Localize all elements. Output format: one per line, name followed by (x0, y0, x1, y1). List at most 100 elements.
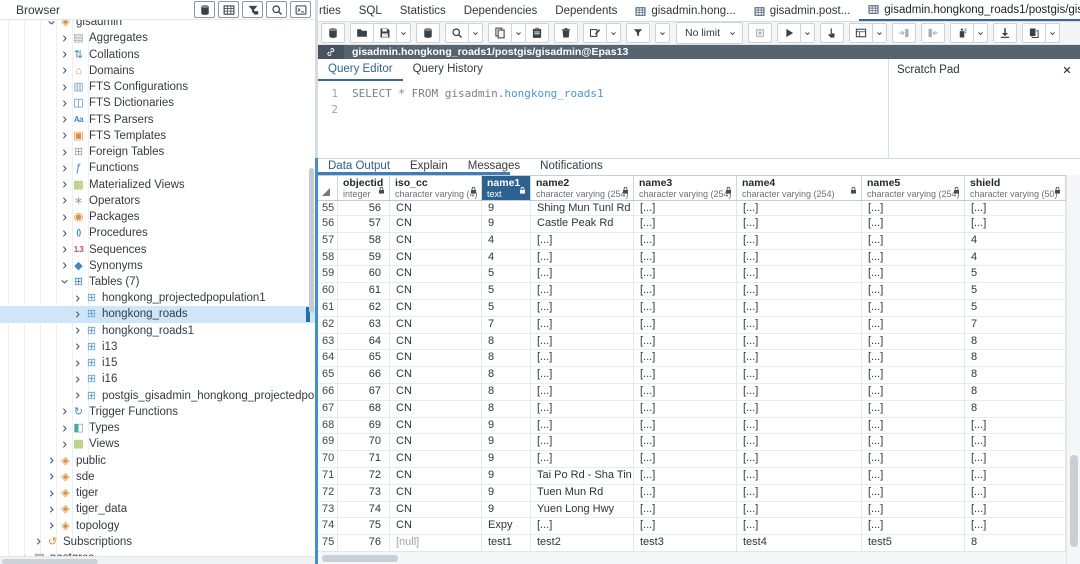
cell[interactable]: 8 (965, 401, 1066, 418)
cell[interactable]: [...] (965, 451, 1066, 468)
tree-item-hongkong-projectedpopulation1[interactable]: ⊞hongkong_projectedpopulation1 (0, 290, 315, 306)
cell[interactable]: CN (390, 367, 482, 384)
edit-options-button[interactable] (606, 23, 621, 43)
cell[interactable]: 4 (482, 233, 531, 250)
cell[interactable]: CN (390, 401, 482, 418)
cell[interactable]: 68 (338, 401, 390, 418)
cell[interactable]: [...] (737, 266, 862, 283)
cell[interactable]: 9 (482, 502, 531, 519)
cell[interactable]: [...] (862, 201, 965, 216)
cell[interactable]: [...] (862, 266, 965, 283)
find-options-button[interactable] (468, 23, 483, 43)
tab-sql[interactable]: SQL (350, 0, 391, 22)
cell[interactable]: [...] (862, 216, 965, 233)
tree-item-topology[interactable]: ◈topology (0, 517, 315, 533)
cell[interactable]: CN (390, 350, 482, 367)
search-objects-button[interactable] (266, 1, 287, 18)
row-number[interactable]: 58 (318, 250, 338, 267)
cell[interactable]: [...] (737, 502, 862, 519)
macro-button[interactable] (1022, 23, 1046, 43)
cell[interactable]: [...] (634, 216, 737, 233)
row-number[interactable]: 62 (318, 317, 338, 334)
query-editor[interactable]: 12 SELECT * FROM gisadmin.hongkong_roads… (318, 81, 888, 158)
cell[interactable]: [...] (737, 317, 862, 334)
chevron-right-icon[interactable] (60, 260, 71, 271)
macro-options-button[interactable] (1045, 23, 1060, 43)
tree-item-trigger-functions[interactable]: ↻Trigger Functions (0, 404, 315, 420)
cell[interactable]: 70 (338, 434, 390, 451)
tree-item-fts-templates[interactable]: ▣FTS Templates (0, 128, 315, 144)
chevron-right-icon[interactable] (60, 244, 71, 255)
copy-options-button[interactable] (511, 23, 526, 43)
filter-browser-button[interactable] (242, 1, 263, 18)
chevron-right-icon[interactable] (34, 536, 45, 547)
cell[interactable]: [...] (531, 334, 634, 351)
cell[interactable]: 7 (965, 317, 1066, 334)
save-options-button[interactable] (396, 23, 411, 43)
cell[interactable]: [...] (634, 485, 737, 502)
tree-item-fts-dictionaries[interactable]: ◫FTS Dictionaries (0, 95, 315, 111)
cell[interactable]: 60 (338, 266, 390, 283)
tree-item-sequences[interactable]: 1.3Sequences (0, 241, 315, 257)
cell[interactable]: [...] (634, 317, 737, 334)
chevron-right-icon[interactable] (73, 390, 84, 401)
cell[interactable]: 9 (482, 418, 531, 435)
cell[interactable]: [...] (737, 518, 862, 535)
cell[interactable]: [...] (862, 434, 965, 451)
chevron-right-icon[interactable] (60, 406, 71, 417)
chevron-right-icon[interactable] (73, 293, 84, 304)
cell[interactable]: [...] (737, 283, 862, 300)
select-all-corner[interactable] (318, 176, 338, 200)
cell[interactable]: CN (390, 300, 482, 317)
tree-item-collations[interactable]: ⇅Collations (0, 46, 315, 62)
find-button[interactable] (445, 23, 469, 43)
cell[interactable]: CN (390, 317, 482, 334)
cell[interactable]: CN (390, 266, 482, 283)
tab-gisadmin-post[interactable]: gisadmin.post... (745, 0, 860, 22)
cell[interactable]: [...] (862, 300, 965, 317)
new-connection-button[interactable] (321, 23, 345, 43)
cell[interactable]: 9 (482, 434, 531, 451)
column-header-name3[interactable]: name3character varying (254) (634, 176, 737, 200)
tree-item-procedures[interactable]: ()Procedures (0, 225, 315, 241)
row-number[interactable]: 56 (318, 216, 338, 233)
cell[interactable]: [...] (737, 300, 862, 317)
row-number[interactable]: 73 (318, 502, 338, 519)
cell[interactable]: Tuen Mun Rd (531, 485, 634, 502)
cell[interactable]: [...] (531, 451, 634, 468)
chevron-right-icon[interactable] (60, 228, 71, 239)
cell[interactable]: CN (390, 518, 482, 535)
column-header-name1[interactable]: name1text (482, 176, 531, 200)
cell[interactable]: [...] (531, 384, 634, 401)
cell[interactable]: [...] (965, 502, 1066, 519)
cell[interactable]: test5 (862, 535, 965, 551)
cell[interactable]: Expy (482, 518, 531, 535)
cell[interactable]: [...] (737, 485, 862, 502)
limit-select[interactable]: No limit (676, 22, 743, 44)
chevron-right-icon[interactable] (73, 325, 84, 336)
edit-data-button[interactable] (820, 23, 844, 43)
tree-item-foreign-tables[interactable]: ⊞Foreign Tables (0, 144, 315, 160)
cell[interactable]: CN (390, 434, 482, 451)
cell[interactable]: [...] (634, 233, 737, 250)
cell[interactable]: [...] (531, 518, 634, 535)
cell[interactable]: CN (390, 233, 482, 250)
row-number[interactable]: 57 (318, 233, 338, 250)
tree-item-i15[interactable]: ⊞i15 (0, 355, 315, 371)
tree-item-packages[interactable]: ◉Packages (0, 209, 315, 225)
cell[interactable]: [...] (531, 434, 634, 451)
cell[interactable]: [...] (965, 468, 1066, 485)
cell[interactable]: 74 (338, 502, 390, 519)
scratch-pad-close-button[interactable] (1062, 65, 1072, 75)
tab-statistics[interactable]: Statistics (391, 0, 455, 22)
cell[interactable]: CN (390, 334, 482, 351)
row-number[interactable]: 71 (318, 468, 338, 485)
tree-item-postgis-gisadmin-hongkong-projectedpopulation1[interactable]: ⊞postgis_gisadmin_hongkong_projectedpopu… (0, 388, 315, 404)
cell[interactable]: [...] (862, 485, 965, 502)
cell[interactable]: 73 (338, 485, 390, 502)
chevron-down-icon[interactable] (60, 276, 71, 287)
cell[interactable]: CN (390, 216, 482, 233)
cell[interactable]: [...] (531, 250, 634, 267)
sidebar-vertical-scrollbar[interactable] (309, 168, 314, 313)
tree-item-tiger[interactable]: ◈tiger (0, 485, 315, 501)
